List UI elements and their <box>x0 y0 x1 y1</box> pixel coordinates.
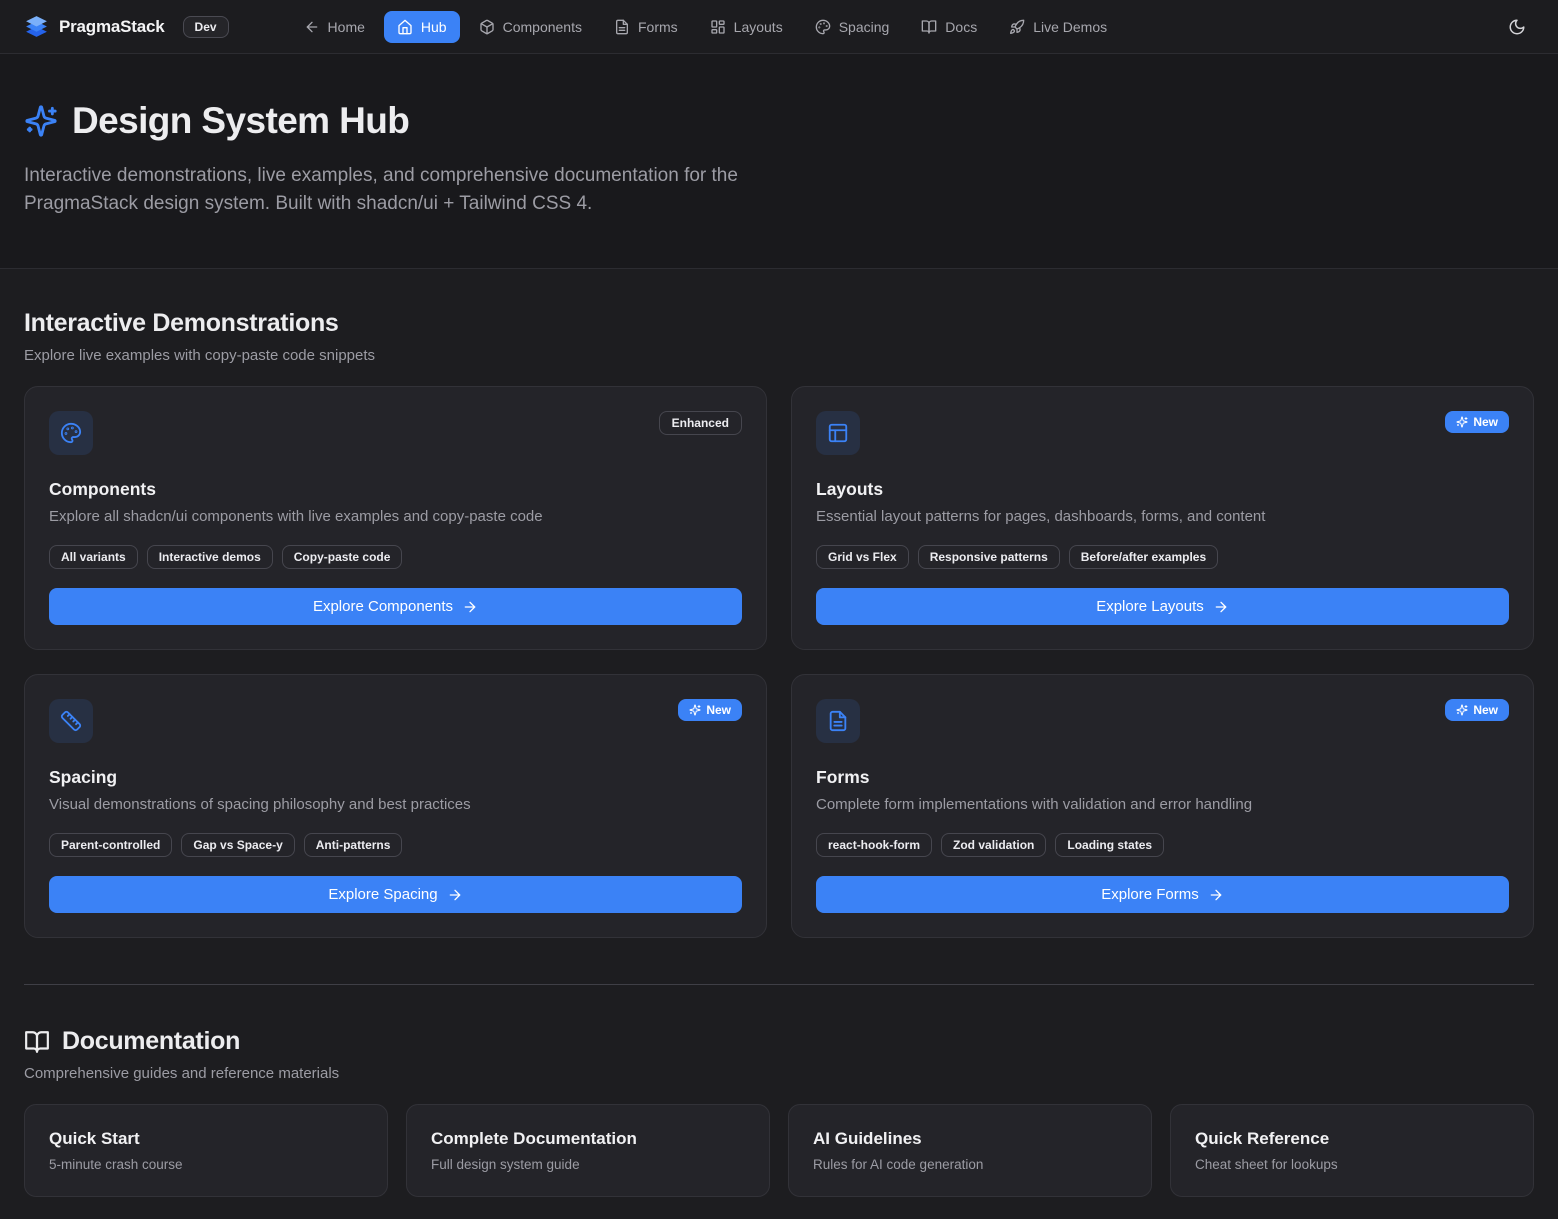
page-title: Design System Hub <box>72 100 409 142</box>
tag: Before/after examples <box>1069 545 1218 569</box>
nav-item-live-demos[interactable]: Live Demos <box>996 11 1120 43</box>
moon-icon <box>1508 18 1526 36</box>
new-badge: New <box>678 699 742 721</box>
tag: Loading states <box>1055 833 1164 857</box>
sparkles-icon <box>24 104 58 138</box>
panels-top-left-icon <box>816 411 860 455</box>
nav-item-components[interactable]: Components <box>466 11 595 43</box>
arrow-right-icon <box>462 599 478 615</box>
book-open-icon <box>921 19 937 35</box>
doc-card-description: Cheat sheet for lookups <box>1195 1157 1509 1172</box>
demos-subheading: Explore live examples with copy-paste co… <box>24 347 1534 364</box>
new-badge: New <box>1445 699 1509 721</box>
doc-card-quick-start[interactable]: Quick Start 5-minute crash course <box>24 1104 388 1197</box>
doc-card-description: Full design system guide <box>431 1157 745 1172</box>
rocket-icon <box>1009 19 1025 35</box>
sparkles-icon <box>689 704 701 716</box>
nav-item-home[interactable]: Home <box>291 11 378 43</box>
file-text-icon <box>816 699 860 743</box>
palette-icon <box>49 411 93 455</box>
doc-card-quick-reference[interactable]: Quick Reference Cheat sheet for lookups <box>1170 1104 1534 1197</box>
card-title: Forms <box>816 767 1509 788</box>
tag: Gap vs Space-y <box>181 833 294 857</box>
tag: Parent-controlled <box>49 833 172 857</box>
nav-item-docs[interactable]: Docs <box>908 11 990 43</box>
documentation-section: Documentation Comprehensive guides and r… <box>24 1027 1534 1197</box>
card-tags: Grid vs Flex Responsive patterns Before/… <box>816 545 1509 569</box>
brand-name: PragmaStack <box>59 17 165 37</box>
dev-badge: Dev <box>183 16 229 38</box>
top-nav-bar: PragmaStack Dev Home Hub Components Form… <box>0 0 1558 54</box>
explore-components-button[interactable]: Explore Components <box>49 588 742 625</box>
tag: Responsive patterns <box>918 545 1060 569</box>
sparkles-icon <box>1456 416 1468 428</box>
hero-section: Design System Hub Interactive demonstrat… <box>0 54 1558 269</box>
card-title: Components <box>49 479 742 500</box>
demo-card-layouts: New Layouts Essential layout patterns fo… <box>791 386 1534 650</box>
nav-item-spacing[interactable]: Spacing <box>802 11 903 43</box>
box-icon <box>479 19 495 35</box>
palette-icon <box>815 19 831 35</box>
tag: react-hook-form <box>816 833 932 857</box>
section-divider <box>24 984 1534 985</box>
tag: Anti-patterns <box>304 833 403 857</box>
card-title: Spacing <box>49 767 742 788</box>
nav-item-forms[interactable]: Forms <box>601 11 691 43</box>
card-description: Essential layout patterns for pages, das… <box>816 508 1509 525</box>
arrow-left-icon <box>304 19 320 35</box>
theme-toggle-button[interactable] <box>1500 10 1534 44</box>
docs-heading: Documentation <box>62 1027 240 1056</box>
enhanced-badge: Enhanced <box>659 411 742 435</box>
docs-subheading: Comprehensive guides and reference mater… <box>24 1065 1534 1082</box>
arrow-right-icon <box>1213 599 1229 615</box>
tag: Copy-paste code <box>282 545 403 569</box>
doc-card-ai-guidelines[interactable]: AI Guidelines Rules for AI code generati… <box>788 1104 1152 1197</box>
card-description: Complete form implementations with valid… <box>816 796 1509 813</box>
tag: Grid vs Flex <box>816 545 909 569</box>
sparkles-icon <box>1456 704 1468 716</box>
layers-logo-icon <box>24 14 49 39</box>
doc-card-description: 5-minute crash course <box>49 1157 363 1172</box>
arrow-right-icon <box>1208 887 1224 903</box>
demo-card-components: Enhanced Components Explore all shadcn/u… <box>24 386 767 650</box>
card-description: Visual demonstrations of spacing philoso… <box>49 796 742 813</box>
layout-grid-icon <box>710 19 726 35</box>
demo-card-grid: Enhanced Components Explore all shadcn/u… <box>24 386 1534 938</box>
card-tags: All variants Interactive demos Copy-past… <box>49 545 742 569</box>
new-badge: New <box>1445 411 1509 433</box>
tag: Zod validation <box>941 833 1046 857</box>
doc-card-description: Rules for AI code generation <box>813 1157 1127 1172</box>
demo-card-spacing: New Spacing Visual demonstrations of spa… <box>24 674 767 938</box>
arrow-right-icon <box>447 887 463 903</box>
explore-spacing-button[interactable]: Explore Spacing <box>49 876 742 913</box>
main-content: Interactive Demonstrations Explore live … <box>0 269 1558 1219</box>
tag: Interactive demos <box>147 545 273 569</box>
book-open-icon <box>24 1029 50 1055</box>
nav-items: Home Hub Components Forms Layouts Spacin… <box>291 11 1121 43</box>
ruler-icon <box>49 699 93 743</box>
nav-item-hub[interactable]: Hub <box>384 11 460 43</box>
demo-card-forms: New Forms Complete form implementations … <box>791 674 1534 938</box>
card-title: Layouts <box>816 479 1509 500</box>
doc-card-title: Quick Start <box>49 1129 363 1149</box>
tag: All variants <box>49 545 138 569</box>
doc-card-title: Complete Documentation <box>431 1129 745 1149</box>
demos-section-head: Interactive Demonstrations Explore live … <box>24 309 1534 364</box>
hero-description: Interactive demonstrations, live example… <box>24 162 769 218</box>
demos-heading: Interactive Demonstrations <box>24 309 1534 338</box>
brand[interactable]: PragmaStack Dev <box>24 14 229 39</box>
explore-layouts-button[interactable]: Explore Layouts <box>816 588 1509 625</box>
doc-card-grid: Quick Start 5-minute crash course Comple… <box>24 1104 1534 1197</box>
nav-item-layouts[interactable]: Layouts <box>697 11 796 43</box>
home-icon <box>397 19 413 35</box>
card-tags: Parent-controlled Gap vs Space-y Anti-pa… <box>49 833 742 857</box>
doc-card-title: Quick Reference <box>1195 1129 1509 1149</box>
card-description: Explore all shadcn/ui components with li… <box>49 508 742 525</box>
explore-forms-button[interactable]: Explore Forms <box>816 876 1509 913</box>
card-tags: react-hook-form Zod validation Loading s… <box>816 833 1509 857</box>
doc-card-title: AI Guidelines <box>813 1129 1127 1149</box>
file-text-icon <box>614 19 630 35</box>
doc-card-complete-documentation[interactable]: Complete Documentation Full design syste… <box>406 1104 770 1197</box>
